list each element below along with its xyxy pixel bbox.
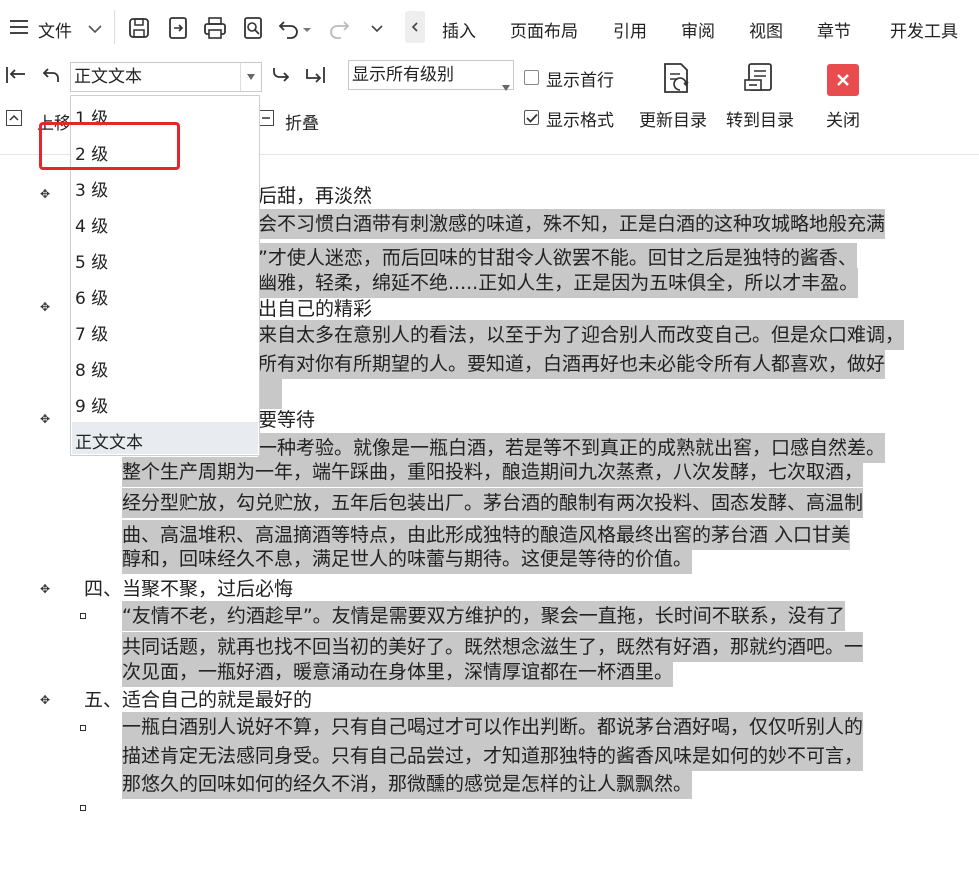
update-toc-label: 更新目录	[639, 111, 707, 131]
level-option-4[interactable]: 4 级	[75, 212, 108, 237]
save-icon[interactable]	[126, 15, 152, 41]
menu-bar: 文件 插入 页面布局 引用 审阅 视图 章节 开发工具	[0, 0, 979, 56]
fold-icon[interactable]	[258, 110, 274, 126]
tab-insert[interactable]: 插入	[442, 17, 476, 42]
chevron-down-icon[interactable]	[82, 16, 108, 42]
update-toc-button[interactable]: 更新目录	[637, 60, 717, 140]
tab-review[interactable]: 审阅	[681, 17, 715, 42]
promote-icon[interactable]	[38, 62, 64, 88]
fold-label[interactable]: 折叠	[285, 109, 319, 134]
level-option-3[interactable]: 3 级	[75, 176, 108, 201]
scroll-left-button[interactable]	[405, 11, 425, 43]
annotation-highlight-box	[39, 122, 180, 170]
outline-expand-icon[interactable]: ✥	[40, 582, 50, 596]
heading-4: 四、当聚不聚，过后必悔	[84, 578, 294, 600]
close-icon	[827, 64, 859, 96]
level-option-9[interactable]: 9 级	[75, 392, 108, 417]
goto-toc-label: 转到目录	[726, 111, 794, 131]
outline-level-select[interactable]: 正文文本	[70, 62, 262, 92]
update-toc-icon	[659, 62, 693, 96]
select-arrow-icon[interactable]	[240, 63, 261, 91]
goto-toc-icon	[743, 62, 777, 96]
outline-expand-icon[interactable]: ✥	[40, 412, 50, 426]
outline-bullet-icon[interactable]	[80, 805, 86, 811]
tab-section[interactable]: 章节	[817, 17, 851, 42]
heading-1: 后甜，再淡然	[258, 185, 373, 207]
outline-level-value: 正文文本	[74, 67, 142, 87]
hamburger-menu-icon[interactable]	[6, 14, 32, 40]
paragraph-5-line-3: 那悠久的回味如何的经久不消，那微醺的感觉是怎样的让人飘飘然。	[122, 769, 693, 799]
paragraph-1-line-1: 会不习惯白酒带有刺激感的味道，殊不知，正是白酒的这种攻城略地般充满	[258, 209, 886, 239]
tab-page-layout[interactable]: 页面布局	[510, 17, 578, 42]
file-menu[interactable]: 文件	[38, 17, 72, 42]
paragraph-5-line-2: 描述肯定无法感同身受。只有自己品尝过，才知道那独特的酱香风味是如何的妙不可言，	[122, 741, 864, 771]
paragraph-2-line-1: 来自太多在意别人的看法，以至于为了迎合别人而改变自己。但是众口难调，	[258, 320, 905, 350]
outline-expand-icon[interactable]: ✥	[40, 693, 50, 707]
outline-expand-icon[interactable]: ✥	[40, 187, 50, 201]
redo-icon[interactable]	[326, 15, 352, 41]
demote-icon[interactable]	[268, 62, 294, 88]
tab-view[interactable]: 视图	[749, 17, 783, 42]
level-option-8[interactable]: 8 级	[75, 356, 108, 381]
outline-bullet-icon[interactable]	[80, 613, 86, 619]
more-icon[interactable]	[364, 16, 390, 42]
print-preview-icon[interactable]	[240, 15, 266, 41]
level-option-5[interactable]: 5 级	[75, 248, 108, 273]
select-arrow-icon	[502, 72, 510, 100]
paragraph-3-line-5: 醇和，回味经久不息，满足世人的味蕾与期待。这便是等待的价值。	[122, 544, 693, 574]
outline-expand-icon[interactable]: ✥	[40, 300, 50, 314]
paragraph-3-line-3: 经分型贮放，勾兑贮放，五年后包装出厂。茅台酒的酿制有两次投料、固态发酵、高温制	[122, 488, 864, 518]
show-first-line-label: 显示首行	[546, 71, 614, 91]
show-format-checkbox[interactable]	[524, 110, 539, 125]
goto-toc-button[interactable]: 转到目录	[723, 60, 803, 140]
level-option-6[interactable]: 6 级	[75, 284, 108, 309]
heading-5: 五、适合自己的就是最好的	[84, 689, 313, 711]
close-label: 关闭	[826, 111, 860, 131]
level-option-body-text[interactable]: 正文文本	[75, 428, 143, 453]
export-icon[interactable]	[165, 15, 191, 41]
move-up-icon[interactable]	[6, 110, 22, 126]
paragraph-4-line-1: “友情不老，约酒趁早”。友情是需要双方维护的，聚会一直拖，长时间不联系，没有了	[122, 601, 845, 631]
show-level-value: 显示所有级别	[352, 65, 454, 85]
level-option-7[interactable]: 7 级	[75, 320, 108, 345]
undo-dropdown-icon[interactable]	[300, 17, 314, 43]
paragraph-2-line-2: 所有对你有所期望的人。要知道，白酒再好也未必能令所有人都喜欢，做好	[258, 349, 886, 379]
show-level-select[interactable]: 显示所有级别	[348, 60, 514, 91]
promote-to-heading1-icon[interactable]	[3, 62, 29, 88]
tab-references[interactable]: 引用	[613, 17, 647, 42]
show-first-line-checkbox[interactable]	[524, 70, 539, 85]
paragraph-3-line-2: 整个生产周期为一年，端午踩曲，重阳投料，酿造期间九次蒸煮，八次发酵，七次取酒，	[122, 457, 864, 487]
paragraph-4-line-3: 次见面，一瓶好酒，暖意涌动在身体里，深情厚谊都在一杯酒里。	[122, 657, 674, 687]
paragraph-5-line-1: 一瓶白酒别人说好不算，只有自己喝过才可以作出判断。都说茅台酒好喝，仅仅听别人的	[122, 712, 864, 742]
outline-bullet-icon[interactable]	[80, 725, 86, 731]
heading-3: 要等待	[258, 409, 316, 431]
undo-icon[interactable]	[276, 15, 302, 41]
tab-developer[interactable]: 开发工具	[890, 17, 958, 42]
demote-to-body-icon[interactable]	[302, 62, 328, 88]
print-icon[interactable]	[202, 15, 228, 41]
close-outline-button[interactable]: 关闭	[820, 60, 870, 140]
show-format-label: 显示格式	[546, 111, 614, 131]
divider	[114, 10, 115, 44]
